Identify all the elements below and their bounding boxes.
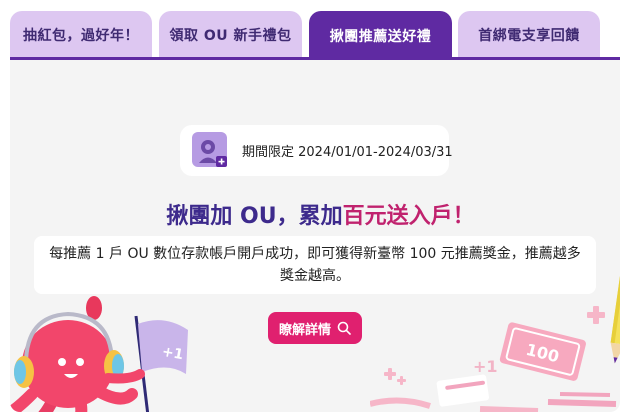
description-line2: 獎金越高。	[279, 268, 350, 284]
description-text: 每推薦 1 戶 OU 數位存款帳戶開戶成功，即可獲得新臺幣 100 元推薦獎金，…	[49, 243, 581, 287]
tab-red-envelope[interactable]: 抽紅包，過好年！	[10, 11, 152, 58]
tab-label: 揪團推薦送好禮	[329, 28, 432, 45]
tab-newbie-gift[interactable]: 領取 OU 新手禮包	[159, 11, 302, 58]
octopus-mascot-icon: +1	[10, 296, 188, 412]
description-card: 每推薦 1 戶 OU 數位存款帳戶開戶成功，即可獲得新臺幣 100 元推薦獎金，…	[34, 236, 596, 294]
page-title: 揪團加 OU，累加百元送入戶！	[0, 198, 641, 230]
tab-label: 首綁電支享回饋	[478, 27, 580, 44]
confetti-decoration: 100 +1	[370, 306, 617, 412]
headline-highlight: 百元送入戶！	[342, 204, 475, 229]
tab-label: 抽紅包，過好年！	[23, 27, 139, 44]
search-icon	[337, 321, 351, 335]
tab-referral[interactable]: 揪團推薦送好禮	[309, 11, 452, 60]
learn-more-label: 瞭解詳情	[278, 322, 331, 338]
description-line1: 每推薦 1 戶 OU 數位存款帳戶開戶成功，即可獲得新臺幣 100 元推薦獎金，…	[49, 246, 581, 262]
period-label: 期間限定 2024/01/01-2024/03/31	[242, 145, 453, 160]
pencil-icon	[610, 233, 620, 364]
tab-label: 領取 OU 新手禮包	[169, 27, 292, 44]
learn-more-button[interactable]: 瞭解詳情	[268, 312, 362, 344]
headline-part1: 揪團加 OU，累加	[166, 204, 343, 229]
banknote-icon: 100	[499, 322, 586, 381]
tab-bar: 抽紅包，過好年！ 領取 OU 新手禮包 揪團推薦送好禮 首綁電支享回饋	[0, 0, 641, 60]
period-badge: 期間限定 2024/01/01-2024/03/31	[180, 125, 453, 176]
user-add-icon	[192, 132, 227, 167]
plus-one-text: +1	[473, 357, 498, 376]
tab-e-payment[interactable]: 首綁電支享回饋	[458, 11, 600, 58]
